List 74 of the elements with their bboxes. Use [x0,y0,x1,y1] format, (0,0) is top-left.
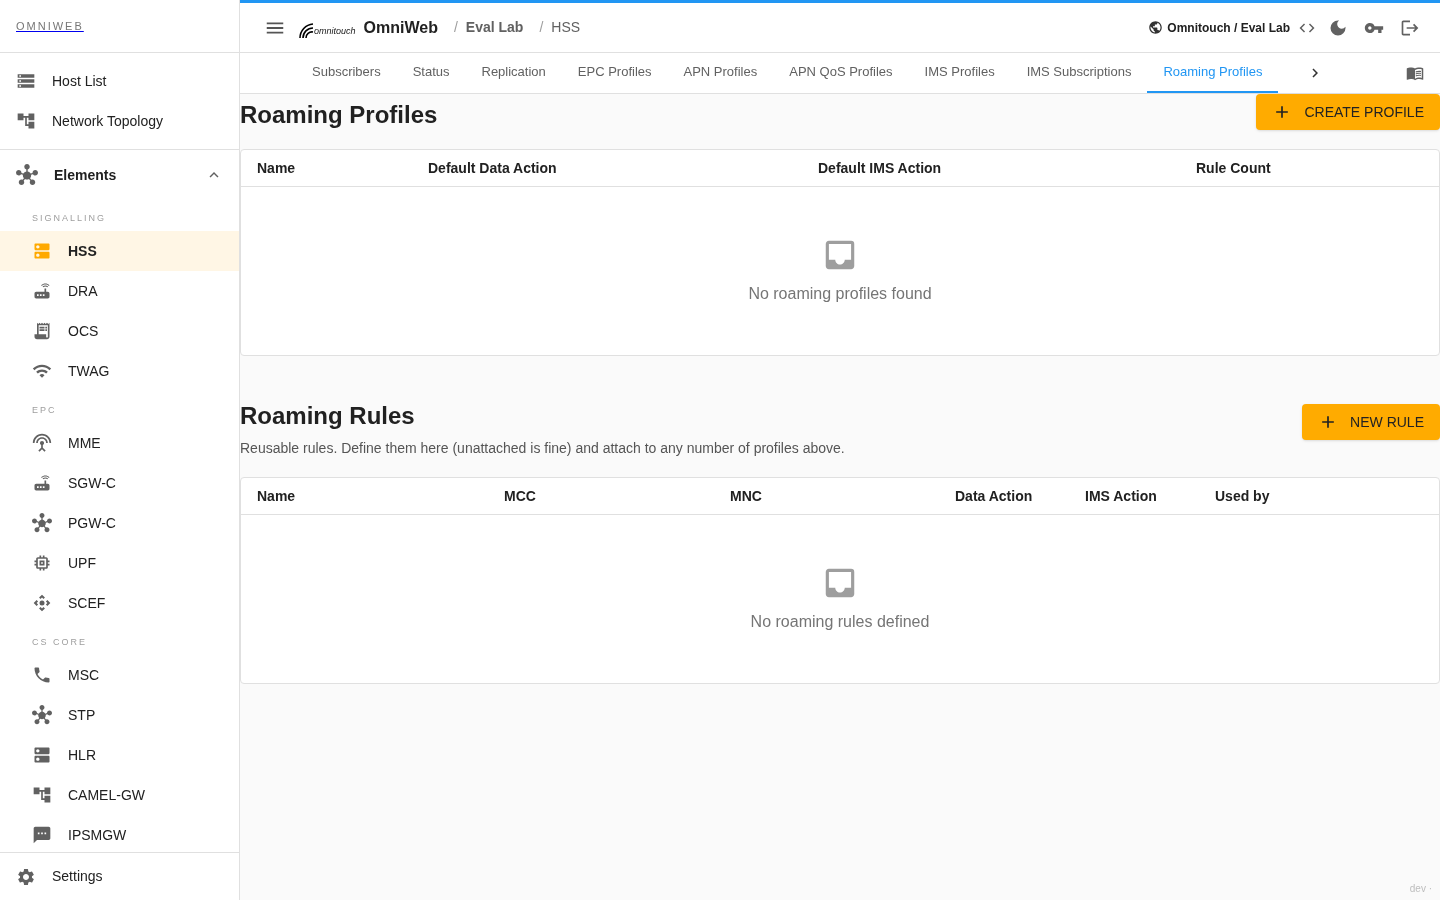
app-title: OmniWeb [363,17,438,38]
column-header: MCC [504,486,537,506]
section-title: Roaming Profiles [240,100,438,130]
tab[interactable]: Replication [465,53,562,93]
section-label: SIGNALLING [32,211,107,225]
tree-icon [16,111,36,131]
router-icon [32,281,52,301]
hub-icon [16,164,38,186]
server-stack-icon [32,745,52,765]
book-icon[interactable] [1406,64,1424,82]
gear-icon [16,866,36,887]
sidebar-item[interactable]: IPSMGW [0,815,239,852]
arrows-icon [32,593,52,613]
sidebar-item[interactable]: SGW-C [0,463,239,503]
settings-item[interactable]: Settings [0,852,239,900]
sidebar-item[interactable]: Network Topology [0,101,239,141]
column-header: IMS Action [1085,486,1158,506]
new-rule-button[interactable]: NEW RULE [1302,404,1440,440]
empty-message: No roaming rules defined [750,612,930,632]
router-icon [32,473,52,493]
empty-message: No roaming profiles found [748,284,932,304]
column-header: Used by [1215,486,1271,506]
hub-icon [32,513,52,533]
sidebar-item[interactable]: Host List [0,61,239,101]
sidebar-item[interactable]: TWAG [0,351,239,391]
server-stack-icon [32,241,52,261]
tab[interactable]: EPC Profiles [561,53,668,93]
sidebar-item[interactable]: STP [0,695,239,735]
sidebar-item[interactable]: HSS [0,231,239,271]
column-header: Default Data Action [428,158,558,178]
sidebar-item[interactable]: OCS [0,311,239,351]
column-header: Default IMS Action [818,158,943,178]
section-label: CS CORE [32,635,87,649]
column-header: Rule Count [1196,158,1272,178]
tab[interactable]: APN Profiles [667,53,774,93]
column-header: Name [257,158,297,178]
group-header[interactable]: Elements [0,151,239,199]
chat-icon [32,825,52,845]
tab[interactable]: IMS Subscriptions [1010,53,1148,93]
sidebar-item[interactable]: MME [0,423,239,463]
logo-drawing: omnitouch [298,16,356,39]
footer-label: dev · [1409,882,1432,896]
sidebar-item[interactable]: SCEF [0,583,239,623]
server-icon [16,71,36,91]
breadcrumb: HSS [551,18,581,37]
section-description: Reusable rules. Define them here (unattached is fine) and attach to any number of profiles above. [240,439,845,458]
breadcrumb[interactable]: Eval Lab [465,17,524,38]
tab[interactable]: Subscribers [296,53,397,93]
section-label: EPC [32,403,57,417]
column-header: Name [257,486,297,506]
receipt-icon [32,321,52,341]
tab[interactable]: Status [396,53,466,93]
brand-link[interactable]: OMNIWEB [16,17,84,35]
tenant-label: Omnitouch / Eval Lab [1167,19,1290,37]
antenna-icon [32,433,52,453]
breadcrumb-separator: / [539,18,544,37]
column-header: MNC [730,486,763,506]
sidebar-item[interactable]: DRA [0,271,239,311]
breadcrumb-separator: / [453,18,458,37]
sidebar-item[interactable]: UPF [0,543,239,583]
sidebar-item[interactable]: MSC [0,655,239,695]
chip-icon [32,553,52,573]
sidebar-item[interactable]: HLR [0,735,239,775]
phone-icon [32,665,52,685]
tree-icon [32,785,52,805]
sidebar-item[interactable]: CAMEL-GW [0,775,239,815]
section-title: Roaming Rules [240,401,416,431]
sidebar-item[interactable]: PGW-C [0,503,239,543]
globe-icon [1148,20,1164,35]
column-header: Data Action [955,486,1034,506]
hub-icon [32,705,52,725]
tab[interactable]: IMS Profiles [908,53,1011,93]
create-profile-button[interactable]: CREATE PROFILE [1256,94,1440,130]
tab[interactable]: APN QoS Profiles [773,53,909,93]
